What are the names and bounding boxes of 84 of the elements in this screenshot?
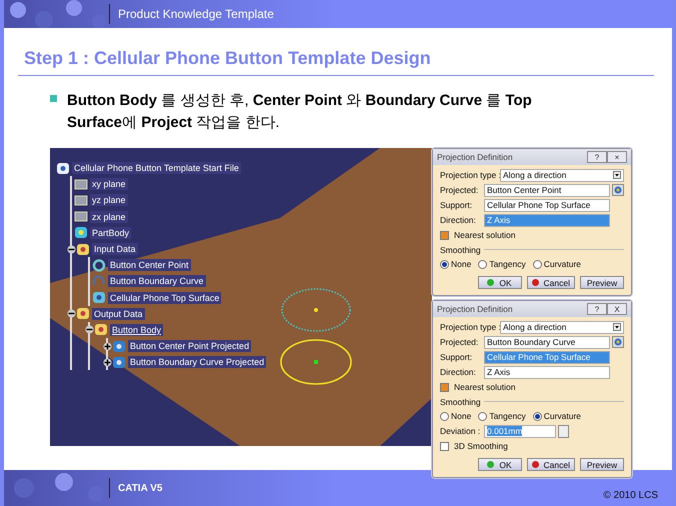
status-light-icon xyxy=(487,279,494,286)
caret-icon xyxy=(613,171,621,179)
field-label: Projected: xyxy=(440,185,480,195)
field-label: Projected: xyxy=(440,337,480,347)
footer-product: CATIA V5 xyxy=(118,482,162,494)
input-field[interactable]: Cellular Phone Top Surface xyxy=(484,198,610,212)
tree-item[interactable]: Button Body xyxy=(110,324,164,336)
collapse-icon[interactable] xyxy=(85,325,94,334)
radio-label: Tangency xyxy=(489,259,526,269)
checkbox[interactable] xyxy=(440,230,449,240)
caret-icon xyxy=(613,323,621,331)
radio-button[interactable] xyxy=(532,412,542,420)
checkbox-label: 3D Smoothing xyxy=(454,441,508,451)
header-title: Product Knowledge Template xyxy=(118,7,274,21)
section-label: Smoothing xyxy=(440,396,481,406)
dialog-title: Projection Definition xyxy=(437,152,513,162)
bullet-text: Button Body 를 생성한 후, Center Point 와 Boundary Curve 를 Top Surface에 Project 작업을 한다. xyxy=(67,91,533,133)
tree-item[interactable]: Button Boundary Curve Projected xyxy=(128,356,266,368)
curve-icon xyxy=(92,274,106,288)
titlebar-button[interactable]: X xyxy=(607,303,627,315)
tree-item[interactable]: yz plane xyxy=(90,194,128,206)
tree-item[interactable]: Button Center Point Projected xyxy=(128,340,252,352)
picker-icon[interactable] xyxy=(612,336,624,348)
dropdown[interactable]: Along a direction xyxy=(500,168,624,182)
picker-icon[interactable] xyxy=(612,184,624,196)
expand-icon[interactable] xyxy=(103,358,112,367)
tree-item[interactable]: xy plane xyxy=(90,178,128,190)
tree-item[interactable]: Input Data xyxy=(92,243,138,256)
field-label: Deviation : xyxy=(440,426,482,436)
checkbox-label: Nearest solution xyxy=(454,382,516,392)
section-label: Smoothing xyxy=(440,244,481,254)
titlebar-button[interactable]: × xyxy=(607,151,627,163)
collapse-icon[interactable] xyxy=(67,244,76,254)
tree-item[interactable]: Button Boundary Curve xyxy=(108,275,206,288)
plane-icon xyxy=(74,178,88,191)
field-label: Direction: xyxy=(440,215,477,225)
radio-label: Tangency xyxy=(489,411,526,421)
slide-title: Step 1 : Cellular Phone Button Template Design xyxy=(24,48,432,69)
field-label: Support: xyxy=(440,200,474,210)
tree-item[interactable]: Button Center Point xyxy=(108,259,191,272)
tree-item[interactable]: zx plane xyxy=(90,210,128,223)
titlebar-button[interactable]: ? xyxy=(587,151,607,163)
tree-item[interactable]: Cellular Phone Button Template Start File xyxy=(72,162,241,174)
tree-item[interactable]: PartBody xyxy=(90,226,132,239)
radio-label: Curvature xyxy=(544,259,582,269)
dialog-button[interactable]: Preview xyxy=(580,276,624,289)
checkbox[interactable] xyxy=(440,382,449,392)
field-label: Support: xyxy=(440,352,474,362)
collapse-icon[interactable] xyxy=(67,309,76,318)
input-field[interactable]: Button Boundary Curve xyxy=(484,336,610,348)
dialog-title: Projection Definition xyxy=(437,304,513,314)
copyright-text: © 2010 LCS xyxy=(603,490,658,500)
dialog-button[interactable]: OK xyxy=(478,458,522,471)
status-light-icon xyxy=(532,461,539,468)
tree-item[interactable]: Cellular Phone Top Surface xyxy=(108,292,222,304)
dialog-button[interactable]: Cancel xyxy=(526,276,575,289)
field-label: Projection type : xyxy=(440,322,498,332)
radio-label: Curvature xyxy=(544,411,582,421)
status-light-icon xyxy=(532,279,539,286)
radio-button[interactable] xyxy=(478,260,488,268)
plane-icon xyxy=(74,210,88,224)
status-light-icon xyxy=(487,461,494,468)
radio-button[interactable] xyxy=(478,412,488,420)
plane-icon xyxy=(74,194,88,207)
checkbox-label: Nearest solution xyxy=(454,230,516,240)
dropdown[interactable]: Along a direction xyxy=(500,320,624,334)
input-field[interactable]: Z Axis xyxy=(484,366,610,378)
expand-icon[interactable] xyxy=(103,342,112,351)
bullet-icon xyxy=(50,95,57,102)
radio-button[interactable] xyxy=(440,412,449,420)
dialog-button[interactable]: Cancel xyxy=(526,458,575,471)
tree-item[interactable]: Output Data xyxy=(92,308,145,320)
field-label: Projection type : xyxy=(440,170,498,180)
radio-label: None xyxy=(451,411,472,421)
checkbox[interactable] xyxy=(440,442,449,450)
field-label: Direction: xyxy=(440,367,477,377)
radio-button[interactable] xyxy=(440,260,449,268)
ring-icon xyxy=(92,258,106,272)
titlebar-button[interactable]: ? xyxy=(587,303,607,315)
radio-button[interactable] xyxy=(532,260,542,268)
radio-label: None xyxy=(451,259,472,269)
input-field[interactable]: Button Center Point xyxy=(484,184,610,196)
dialog-button[interactable]: Preview xyxy=(580,458,624,471)
dialog-button[interactable]: OK xyxy=(478,276,522,289)
